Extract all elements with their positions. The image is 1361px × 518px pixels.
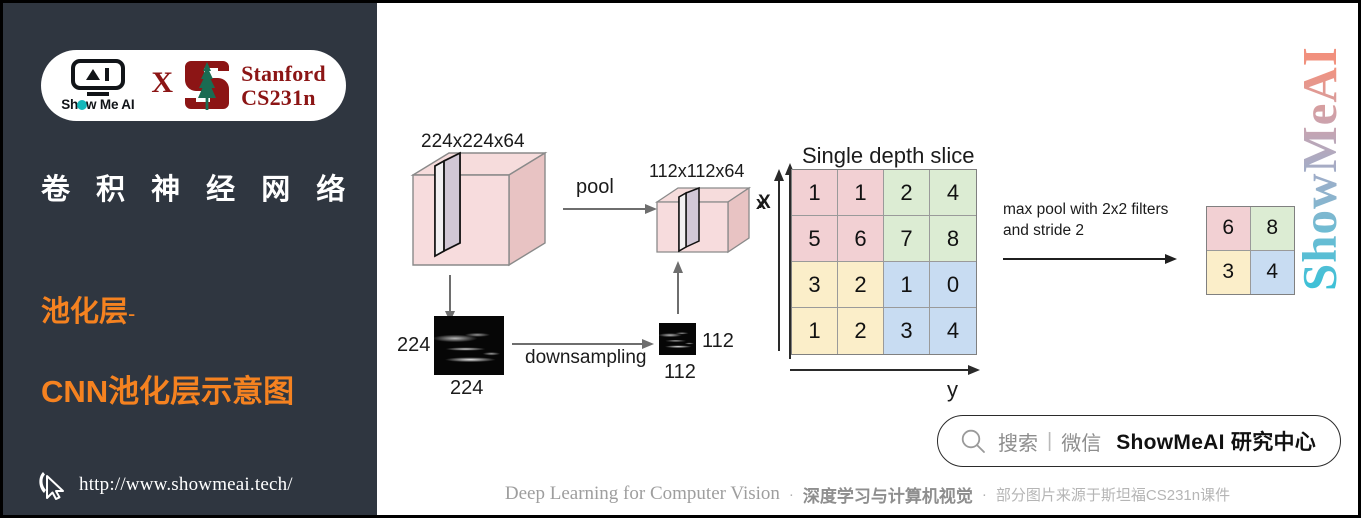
input-width-label: 224 xyxy=(450,377,484,399)
sidebar: Sh w Me AI X Stanford CS231n 卷 积 神 经 网 络 … xyxy=(3,3,377,515)
wechat-search-bar[interactable]: 搜索 | 微信 ShowMeAI 研究中心 xyxy=(937,415,1341,467)
slice-cell: 3 xyxy=(792,262,838,308)
slice-axis-x-arrow-icon xyxy=(774,169,784,351)
cursor-pointer-icon xyxy=(39,472,64,500)
input-depth-slice-grid: 1 1 2 4 5 6 7 8 3 2 1 0 1 2 3 4 xyxy=(791,169,977,355)
pooled-cell: 8 xyxy=(1250,207,1294,251)
wechat-channel-label: 微信 xyxy=(1061,432,1102,455)
showmeai-wordmark-pre: Sh xyxy=(61,97,79,112)
logo-underline xyxy=(86,92,109,96)
output-volume-label: 112x112x64 xyxy=(649,161,745,181)
output-feature-map-thumbnail xyxy=(659,323,696,355)
slice-axis-x-label: x xyxy=(756,193,767,213)
input-cube-svg xyxy=(410,151,548,267)
pool-arrow-icon xyxy=(563,204,657,214)
slice-cell: 1 xyxy=(792,308,838,354)
wechat-account-name: ShowMeAI 研究中心 xyxy=(1116,431,1317,454)
footer-chinese-small: 部分图片来源于斯坦福CS231n课件 xyxy=(995,486,1231,504)
bar-icon xyxy=(105,68,110,81)
slice-cell: 8 xyxy=(930,216,976,262)
pooled-cell: 4 xyxy=(1250,250,1294,294)
stanford-s-svg xyxy=(185,60,230,110)
slice-cell: 1 xyxy=(792,170,838,216)
search-icon xyxy=(961,429,985,453)
maxpool-arrow-icon xyxy=(1003,254,1177,264)
pooled-cell: 6 xyxy=(1207,207,1251,251)
slice-cell: 2 xyxy=(838,308,884,354)
main-content: 224x224x64 pool 112x112x64 X 224 224 dow… xyxy=(377,3,1358,515)
slice-cell: 0 xyxy=(930,262,976,308)
slice-cell: 1 xyxy=(838,170,884,216)
page-title: 卷 积 神 经 网 络 xyxy=(41,174,355,206)
slice-axis-y-arrow-icon xyxy=(790,365,980,375)
showmeai-wordmark-post: w Me AI xyxy=(86,97,135,112)
maxpool-label-line1: max pool with 2x2 filters xyxy=(1003,201,1169,218)
input-volume-label: 224x224x64 xyxy=(421,131,525,152)
logo-x-separator: X xyxy=(151,65,174,99)
wechat-separator: | xyxy=(1047,429,1053,452)
site-url-row[interactable]: http://www.showmeai.tech/ xyxy=(37,469,293,501)
pooled-cell: 3 xyxy=(1207,250,1251,294)
footer-english-text: Deep Learning for Computer Vision xyxy=(504,483,780,504)
slice-cell: 3 xyxy=(884,308,930,354)
output-width-label: 112 xyxy=(664,361,696,383)
stanford-line-2: CS231n xyxy=(241,84,316,110)
slice-cell: 5 xyxy=(792,216,838,262)
footer-dot-1: · xyxy=(788,485,794,503)
slice-cell: 2 xyxy=(838,262,884,308)
slide-page: Sh w Me AI X Stanford CS231n 卷 积 神 经 网 络 … xyxy=(0,0,1361,518)
caret-up-icon xyxy=(86,69,101,80)
pool-label: pool xyxy=(576,176,614,198)
input-volume-cube xyxy=(409,151,549,276)
footer-chinese-bold: 深度学习与计算机视觉 xyxy=(802,486,973,506)
pooled-output-grid: 6 8 3 4 xyxy=(1206,206,1295,295)
downsampling-label: downsampling xyxy=(525,347,647,368)
showmeai-logo: Sh w Me AI xyxy=(61,59,135,112)
slice-cell: 4 xyxy=(930,170,976,216)
stanford-block-s-icon xyxy=(184,57,230,115)
slice-cell: 1 xyxy=(884,262,930,308)
footer-dot-2: · xyxy=(981,485,987,503)
output-volume-cube xyxy=(654,186,752,263)
slice-axis-y-label: y xyxy=(947,377,958,402)
slice-cell: 2 xyxy=(884,170,930,216)
showmeai-wordmark: Sh w Me AI xyxy=(61,97,134,112)
stanford-line-1: Stanford xyxy=(241,61,326,87)
output-cube-svg xyxy=(654,186,752,254)
input-feature-map-thumbnail xyxy=(434,316,504,375)
maxpool-label-line2: and stride 2 xyxy=(1003,222,1084,239)
output-height-label: 112 xyxy=(702,330,734,352)
section-subtitle-secondary: CNN池化层示意图 xyxy=(41,374,295,409)
showmeai-badge-icon xyxy=(70,59,125,90)
slice-cell: 7 xyxy=(884,216,930,262)
section-subtitle-text: 池化层 xyxy=(41,296,129,328)
section-subtitle-dash: - xyxy=(128,301,136,326)
wechat-search-label: 搜索 xyxy=(998,432,1038,455)
slice-title: Single depth slice xyxy=(802,143,975,168)
stanford-course-label: Stanford CS231n xyxy=(241,62,326,109)
footer: Deep Learning for Computer Vision · 深度学习… xyxy=(377,473,1358,515)
section-subtitle-primary: 池化层- xyxy=(41,288,135,330)
input-height-label: 224 xyxy=(397,334,431,356)
slice-cell: 4 xyxy=(930,308,976,354)
brand-logo-pill: Sh w Me AI X Stanford CS231n xyxy=(41,50,346,121)
up-arrow-icon xyxy=(673,261,683,314)
slice-cell: 6 xyxy=(838,216,884,262)
site-url-text: http://www.showmeai.tech/ xyxy=(79,474,293,495)
